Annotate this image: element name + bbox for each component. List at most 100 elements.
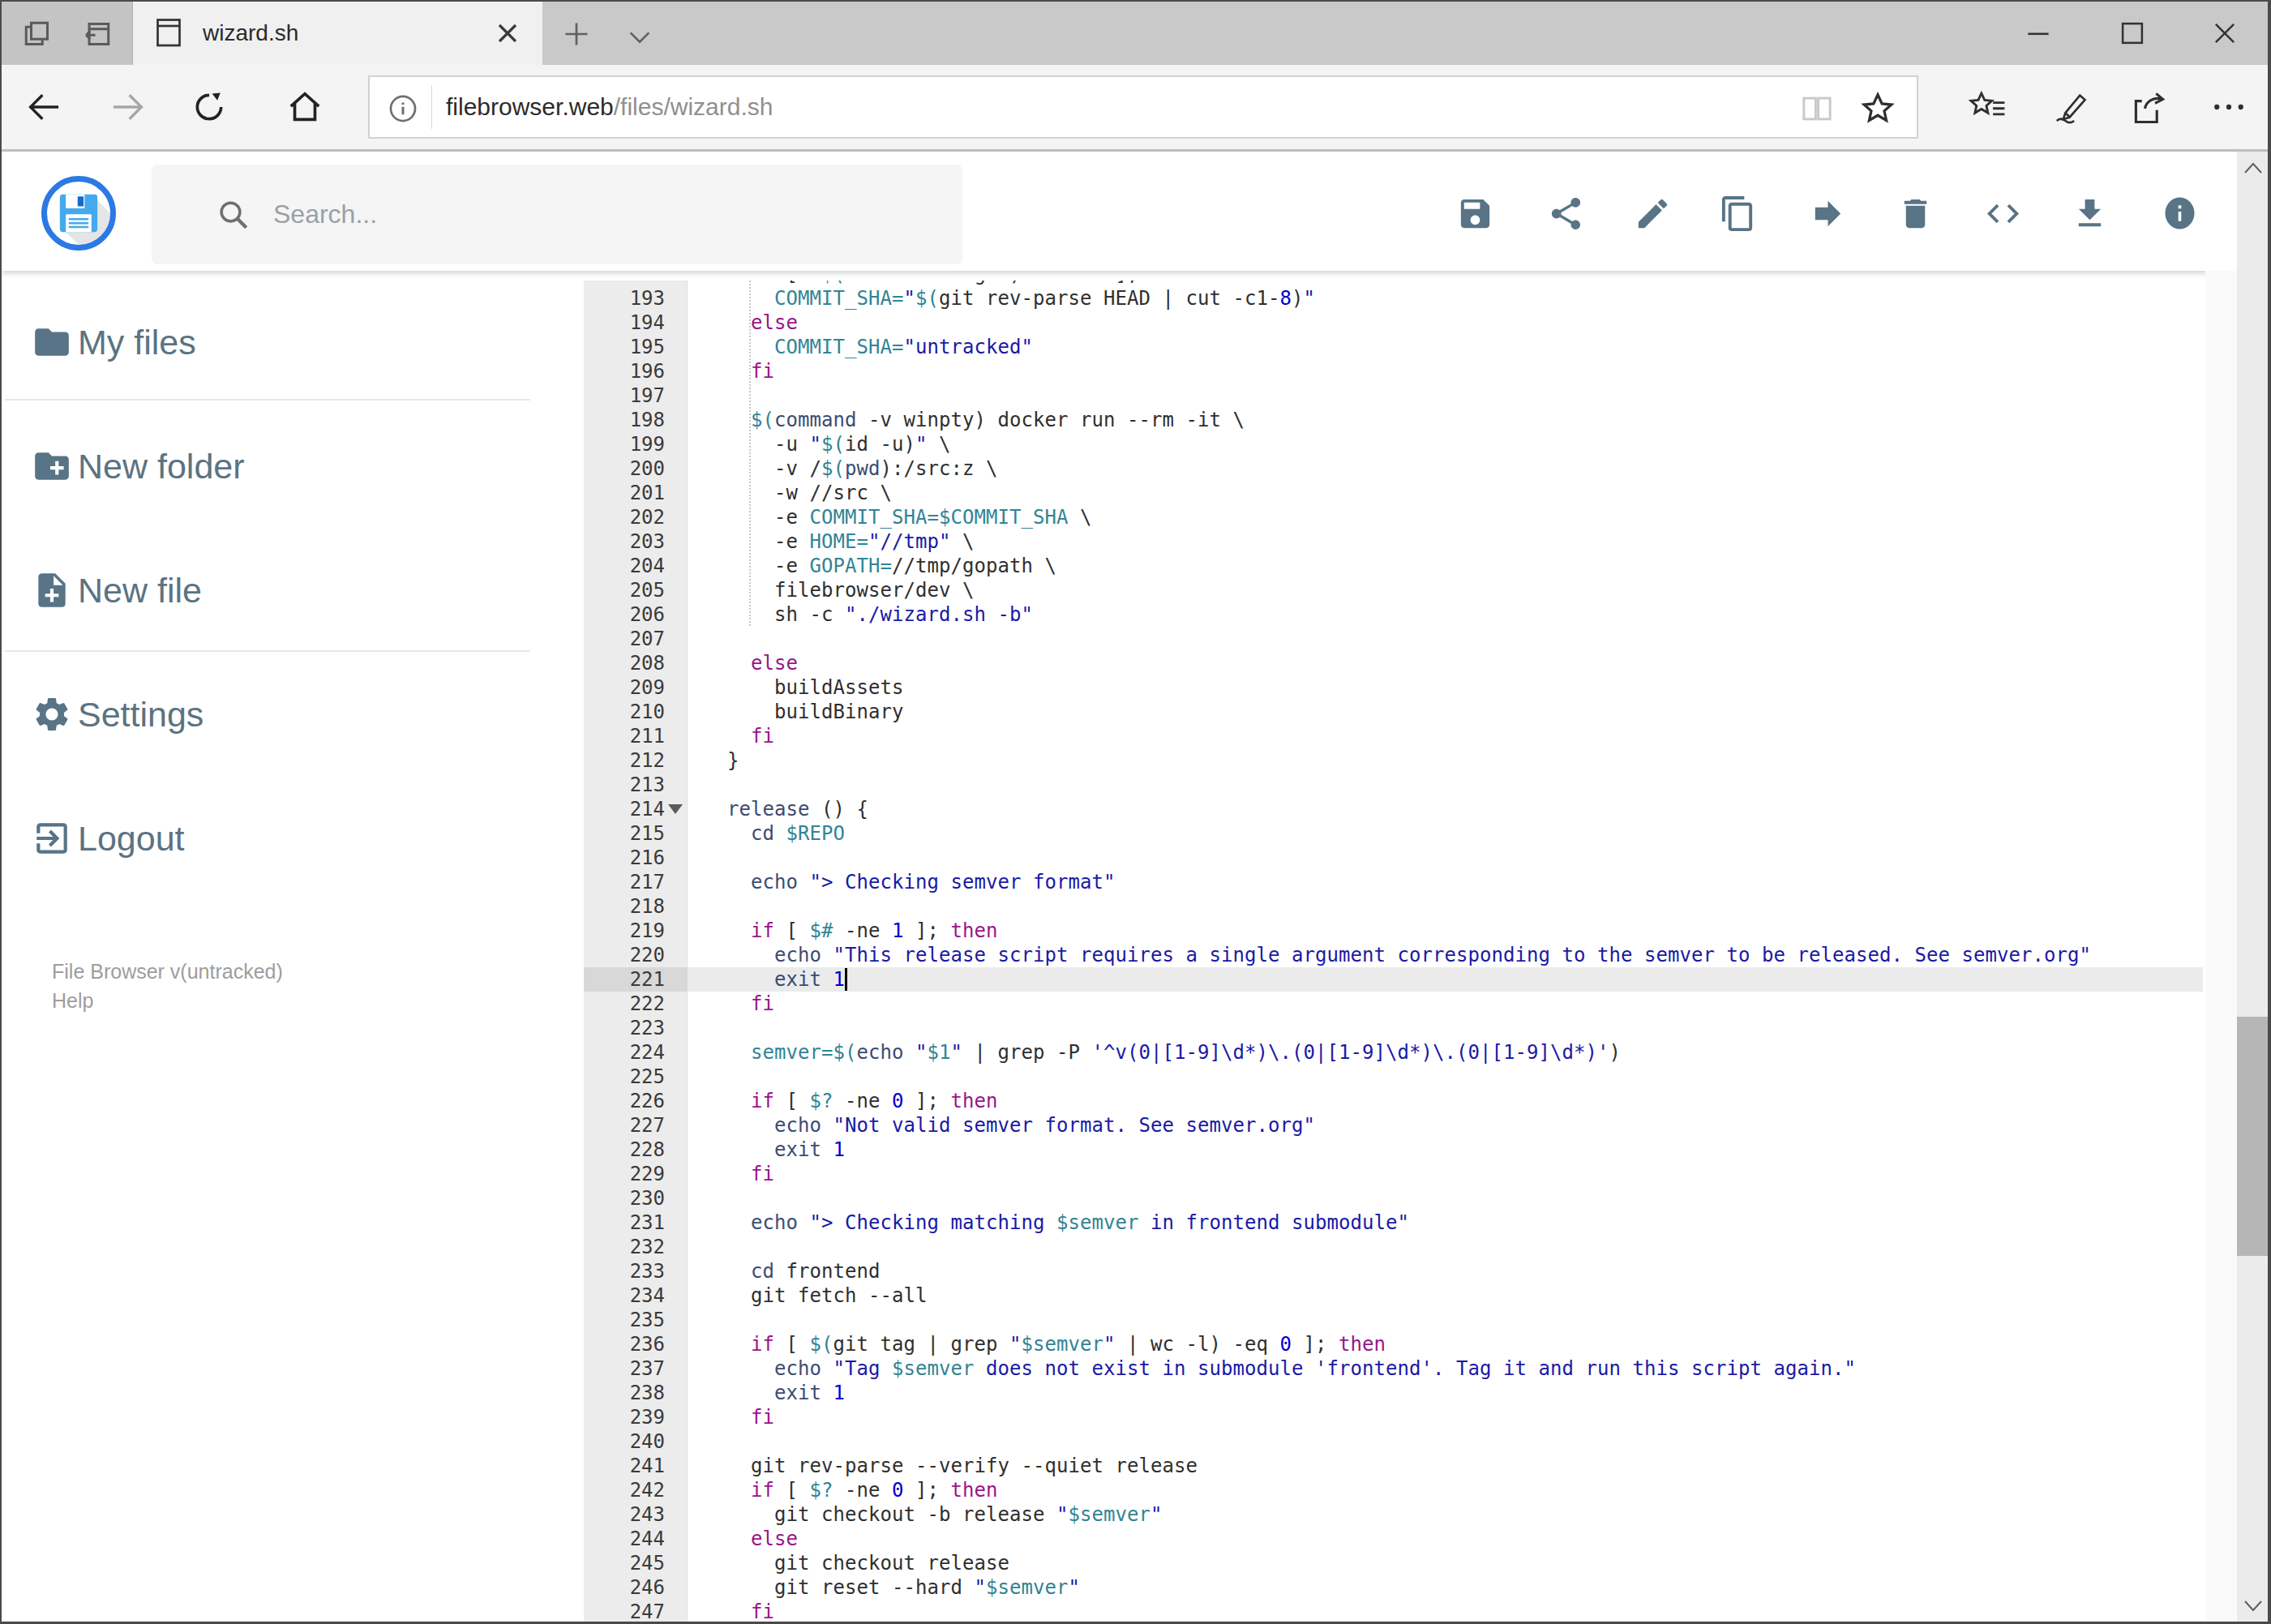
browser-window: wizard.sh <box>0 0 2271 1624</box>
line-number: 244 <box>584 1527 665 1551</box>
code-editor[interactable]: 1921931941951961971981992002012022032042… <box>534 281 2205 1623</box>
back-arrow-icon <box>25 91 62 123</box>
search-input[interactable] <box>273 199 922 229</box>
code-line: cd $REPO <box>727 821 845 846</box>
line-number: 229 <box>584 1162 665 1186</box>
arrow-forward-icon <box>1809 195 1847 233</box>
code-line: -e HOME="//tmp" \ <box>727 529 975 554</box>
tab-close-button[interactable] <box>487 13 528 54</box>
home-button[interactable] <box>282 86 328 128</box>
line-number: 228 <box>584 1138 665 1162</box>
code-line: sh -c "./wizard.sh -b" <box>727 602 1033 627</box>
code-line: echo "> Checking matching $semver in fro… <box>727 1211 1409 1235</box>
info-icon <box>2162 193 2196 234</box>
sidebar-item-label: Logout <box>78 819 185 859</box>
url-bar[interactable]: filebrowser.web/files/wizard.sh <box>368 75 1918 139</box>
code-line: $(command -v winpty) docker run --rm -it… <box>727 408 1245 432</box>
info-button[interactable] <box>2158 192 2200 234</box>
fold-arrow-icon[interactable] <box>668 804 683 814</box>
sidebar-item-new-file[interactable]: New file <box>2 546 533 635</box>
address-bar-row: filebrowser.web/files/wizard.sh <box>2 65 2268 149</box>
share-nodes-icon <box>1547 195 1585 233</box>
set-tabs-aside-button[interactable] <box>19 16 55 52</box>
tabs-aside-icon <box>21 18 54 50</box>
sidebar-item-new-folder[interactable]: New folder <box>2 422 533 511</box>
gear-icon <box>32 694 72 735</box>
code-line: cd frontend <box>727 1259 881 1283</box>
line-number: 219 <box>584 919 665 943</box>
line-number: 209 <box>584 675 665 700</box>
annotate-button[interactable] <box>2045 86 2092 128</box>
site-info-button[interactable] <box>384 90 422 127</box>
rename-button[interactable] <box>1631 192 1673 234</box>
scrollbar-thumb[interactable] <box>2237 1017 2269 1256</box>
line-number: 194 <box>584 311 665 335</box>
code-line: -w //src \ <box>727 481 892 505</box>
reading-view-button[interactable] <box>1797 90 1837 127</box>
line-number: 197 <box>584 384 665 408</box>
app-logo[interactable] <box>41 176 116 251</box>
download-button[interactable] <box>2068 192 2110 234</box>
page-scrollbar[interactable] <box>2237 152 2269 1623</box>
add-favorite-button[interactable] <box>1857 88 1899 129</box>
code-line: if [ $? -ne 0 ]; then <box>727 1478 998 1502</box>
maximize-button[interactable] <box>2108 13 2157 54</box>
refresh-button[interactable] <box>186 88 232 126</box>
tab-list-button[interactable] <box>621 21 658 54</box>
line-number: 199 <box>584 432 665 456</box>
new-tab-button[interactable] <box>558 15 595 53</box>
minimize-button[interactable] <box>2014 13 2063 54</box>
copy-button[interactable] <box>1716 192 1759 234</box>
delete-button[interactable] <box>1894 192 1936 234</box>
favorites-hub-button[interactable] <box>1964 86 2011 128</box>
code-line: fi <box>727 1600 774 1623</box>
help-link[interactable]: Help <box>52 989 93 1013</box>
save-icon <box>1456 195 1494 233</box>
book-icon <box>1800 93 1834 124</box>
search-bar[interactable] <box>152 165 962 264</box>
view-source-button[interactable] <box>1982 192 2024 234</box>
line-number: 240 <box>584 1429 665 1454</box>
share-file-button[interactable] <box>1545 192 1587 234</box>
plus-icon <box>562 19 591 49</box>
url-path: /files/wizard.sh <box>614 93 773 120</box>
chevron-down-icon <box>626 25 653 49</box>
home-icon <box>286 88 324 126</box>
line-number: 217 <box>584 870 665 894</box>
line-number: 205 <box>584 578 665 602</box>
ellipsis-icon <box>2209 88 2248 126</box>
save-button[interactable] <box>1454 192 1496 234</box>
code-line: exit 1 <box>727 967 845 992</box>
document-icon <box>154 17 183 49</box>
line-number: 214 <box>584 797 665 821</box>
sidebar-item-label: My files <box>78 323 196 362</box>
line-number: 246 <box>584 1575 665 1600</box>
line-number: 220 <box>584 943 665 967</box>
code-line: COMMIT_SHA="untracked" <box>727 335 1033 359</box>
scroll-down-icon[interactable] <box>2243 1600 2263 1613</box>
share-button[interactable] <box>2126 86 2173 128</box>
sidebar-item-label: New folder <box>78 447 245 486</box>
code-line: -u "$(id -u)" \ <box>727 432 951 456</box>
move-button[interactable] <box>1806 192 1849 234</box>
more-menu-button[interactable] <box>2205 86 2252 128</box>
trash-icon <box>1896 195 1935 233</box>
code-line: git fetch --all <box>727 1283 928 1308</box>
line-number: 208 <box>584 651 665 675</box>
code-line: filebrowser/dev \ <box>727 578 974 602</box>
sidebar-item-settings[interactable]: Settings <box>2 670 533 759</box>
tab-preview-button[interactable] <box>79 16 115 52</box>
sidebar-item-logout[interactable]: Logout <box>2 794 533 883</box>
code-line: if [ "$(command -v git)" != "" ]; then <box>727 281 1198 286</box>
tab-wizard-sh[interactable]: wizard.sh <box>133 2 542 65</box>
code-line: if [ $(git tag | grep "$semver" | wc -l)… <box>727 1332 1386 1356</box>
forward-button[interactable] <box>105 88 151 126</box>
sidebar-item-my-files[interactable]: My files <box>2 298 533 387</box>
code-line: git checkout release <box>727 1551 1009 1575</box>
line-number: 241 <box>584 1454 665 1478</box>
scroll-up-icon[interactable] <box>2243 161 2263 174</box>
close-window-button[interactable] <box>2200 13 2249 54</box>
back-button[interactable] <box>21 88 66 126</box>
minimize-icon <box>2023 18 2054 49</box>
logout-icon <box>32 818 72 859</box>
